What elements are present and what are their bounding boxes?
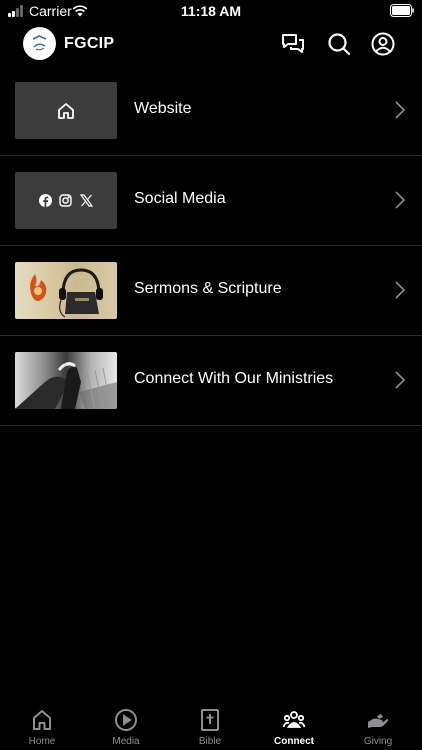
- giving-hand-icon: [368, 714, 389, 728]
- clasped-hands-image: [15, 352, 117, 409]
- list-item-ministries[interactable]: Connect With Our Ministries: [0, 336, 422, 426]
- tab-label: Bible: [198, 736, 222, 747]
- tab-bible[interactable]: Bible: [168, 700, 252, 750]
- headphones-bible-image: [15, 262, 117, 319]
- tab-media[interactable]: Media: [84, 700, 168, 750]
- list-item-label: Connect With Our Ministries: [134, 370, 334, 387]
- chevron-right-icon: [395, 281, 406, 299]
- connect-list: Website Social Media Sermons & Scripture…: [0, 66, 422, 426]
- chevron-right-icon: [395, 191, 406, 209]
- tab-bar: Home Media Bible Connect Giving: [0, 700, 422, 750]
- app-header: FGCIP: [0, 22, 422, 66]
- tab-label: Media: [112, 736, 140, 747]
- x-icon: [80, 194, 93, 207]
- play-icon: [115, 709, 137, 731]
- list-item-sermons[interactable]: Sermons & Scripture: [0, 246, 422, 336]
- chevron-right-icon: [395, 101, 406, 119]
- facebook-icon: [39, 194, 52, 207]
- list-item-social-media[interactable]: Social Media: [0, 156, 422, 246]
- tab-giving[interactable]: Giving: [336, 700, 420, 750]
- battery-icon: [390, 4, 414, 17]
- tab-label: Connect: [274, 736, 314, 747]
- search-icon[interactable]: [326, 31, 352, 57]
- website-thumbnail: [15, 82, 117, 139]
- tab-label: Giving: [363, 736, 393, 747]
- clock: 11:18 AM: [180, 3, 242, 19]
- chat-icon[interactable]: [280, 31, 306, 57]
- home-icon: [33, 710, 51, 730]
- people-icon: [282, 711, 306, 728]
- tab-label: Home: [28, 736, 56, 747]
- list-item-label: Website: [134, 100, 192, 117]
- logo-icon: [32, 35, 47, 51]
- home-icon: [58, 103, 74, 119]
- ministries-image-graphic: [15, 362, 117, 409]
- account-icon[interactable]: [370, 31, 396, 57]
- list-item-label: Social Media: [134, 190, 226, 207]
- status-bar: Carrier 11:18 AM: [0, 0, 422, 22]
- tab-connect[interactable]: Connect: [252, 700, 336, 750]
- instagram-icon: [59, 194, 72, 207]
- list-item-website[interactable]: Website: [0, 66, 422, 156]
- bible-icon: [201, 709, 219, 731]
- social-media-thumbnail: [15, 172, 117, 229]
- app-title: FGCIP: [64, 35, 115, 52]
- list-item-label: Sermons & Scripture: [134, 280, 282, 297]
- sermons-image-graphic: [30, 268, 103, 318]
- tab-home[interactable]: Home: [0, 700, 84, 750]
- chevron-right-icon: [395, 371, 406, 389]
- app-logo[interactable]: [23, 27, 56, 60]
